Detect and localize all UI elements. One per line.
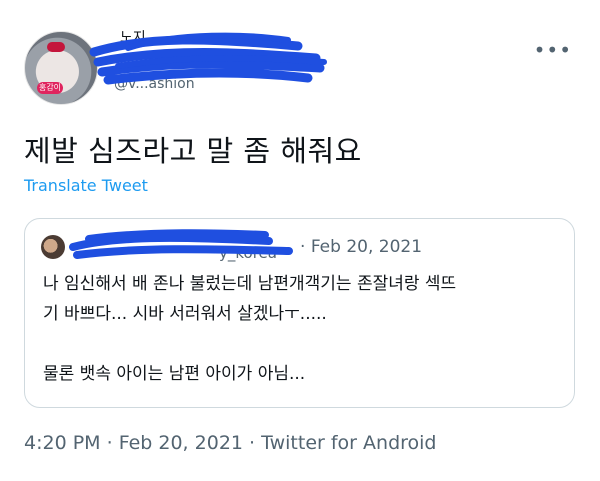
redacted-quoted-author: y_korea	[69, 229, 293, 263]
quoted-tweet-meta: · Feb 20, 2021	[300, 237, 422, 257]
quoted-author-avatar	[41, 235, 65, 259]
tweet-text: 제발 심즈라고 말 좀 해줘요	[24, 134, 362, 168]
meta-separator: ·	[300, 237, 306, 257]
quoted-line-3: 물론 뱃속 아이는 남편 아이가 아님...	[43, 364, 306, 384]
avatar-badge: 홍감이	[37, 82, 63, 94]
more-options-button[interactable]: •••	[534, 38, 572, 62]
translate-tweet-link[interactable]: Translate Tweet	[24, 176, 148, 195]
quoted-tweet-card[interactable]: y_korea · Feb 20, 2021 나 임신해서 배 존나 불렀는데 …	[24, 218, 575, 408]
quoted-tweet-body: 나 임신해서 배 존나 불렀는데 남편개객기는 존잘녀랑 섹뜨 기 바쁘다...…	[43, 269, 563, 389]
quoted-line-2: 기 바쁘다... 시바 서러워서 살겠나ㅜ.....	[43, 304, 327, 324]
footer-separator: ·	[249, 432, 256, 454]
redacted-author-info: 노지 @v...ashion	[89, 30, 327, 92]
tweet-time[interactable]: 4:20 PM	[24, 432, 101, 454]
footer-separator: ·	[106, 432, 113, 454]
tweet-timestamp-source: 4:20 PM · Feb 20, 2021 · Twitter for And…	[24, 432, 436, 454]
author-avatar[interactable]: 홍감이	[24, 31, 98, 105]
quoted-tweet-date: Feb 20, 2021	[310, 237, 423, 257]
quoted-line-1: 나 임신해서 배 존나 불렀는데 남편개객기는 존잘녀랑 섹뜨	[43, 274, 457, 294]
bow-decoration	[47, 42, 65, 52]
tweet-date[interactable]: Feb 20, 2021	[119, 432, 243, 454]
tweet-source[interactable]: Twitter for Android	[261, 432, 436, 454]
